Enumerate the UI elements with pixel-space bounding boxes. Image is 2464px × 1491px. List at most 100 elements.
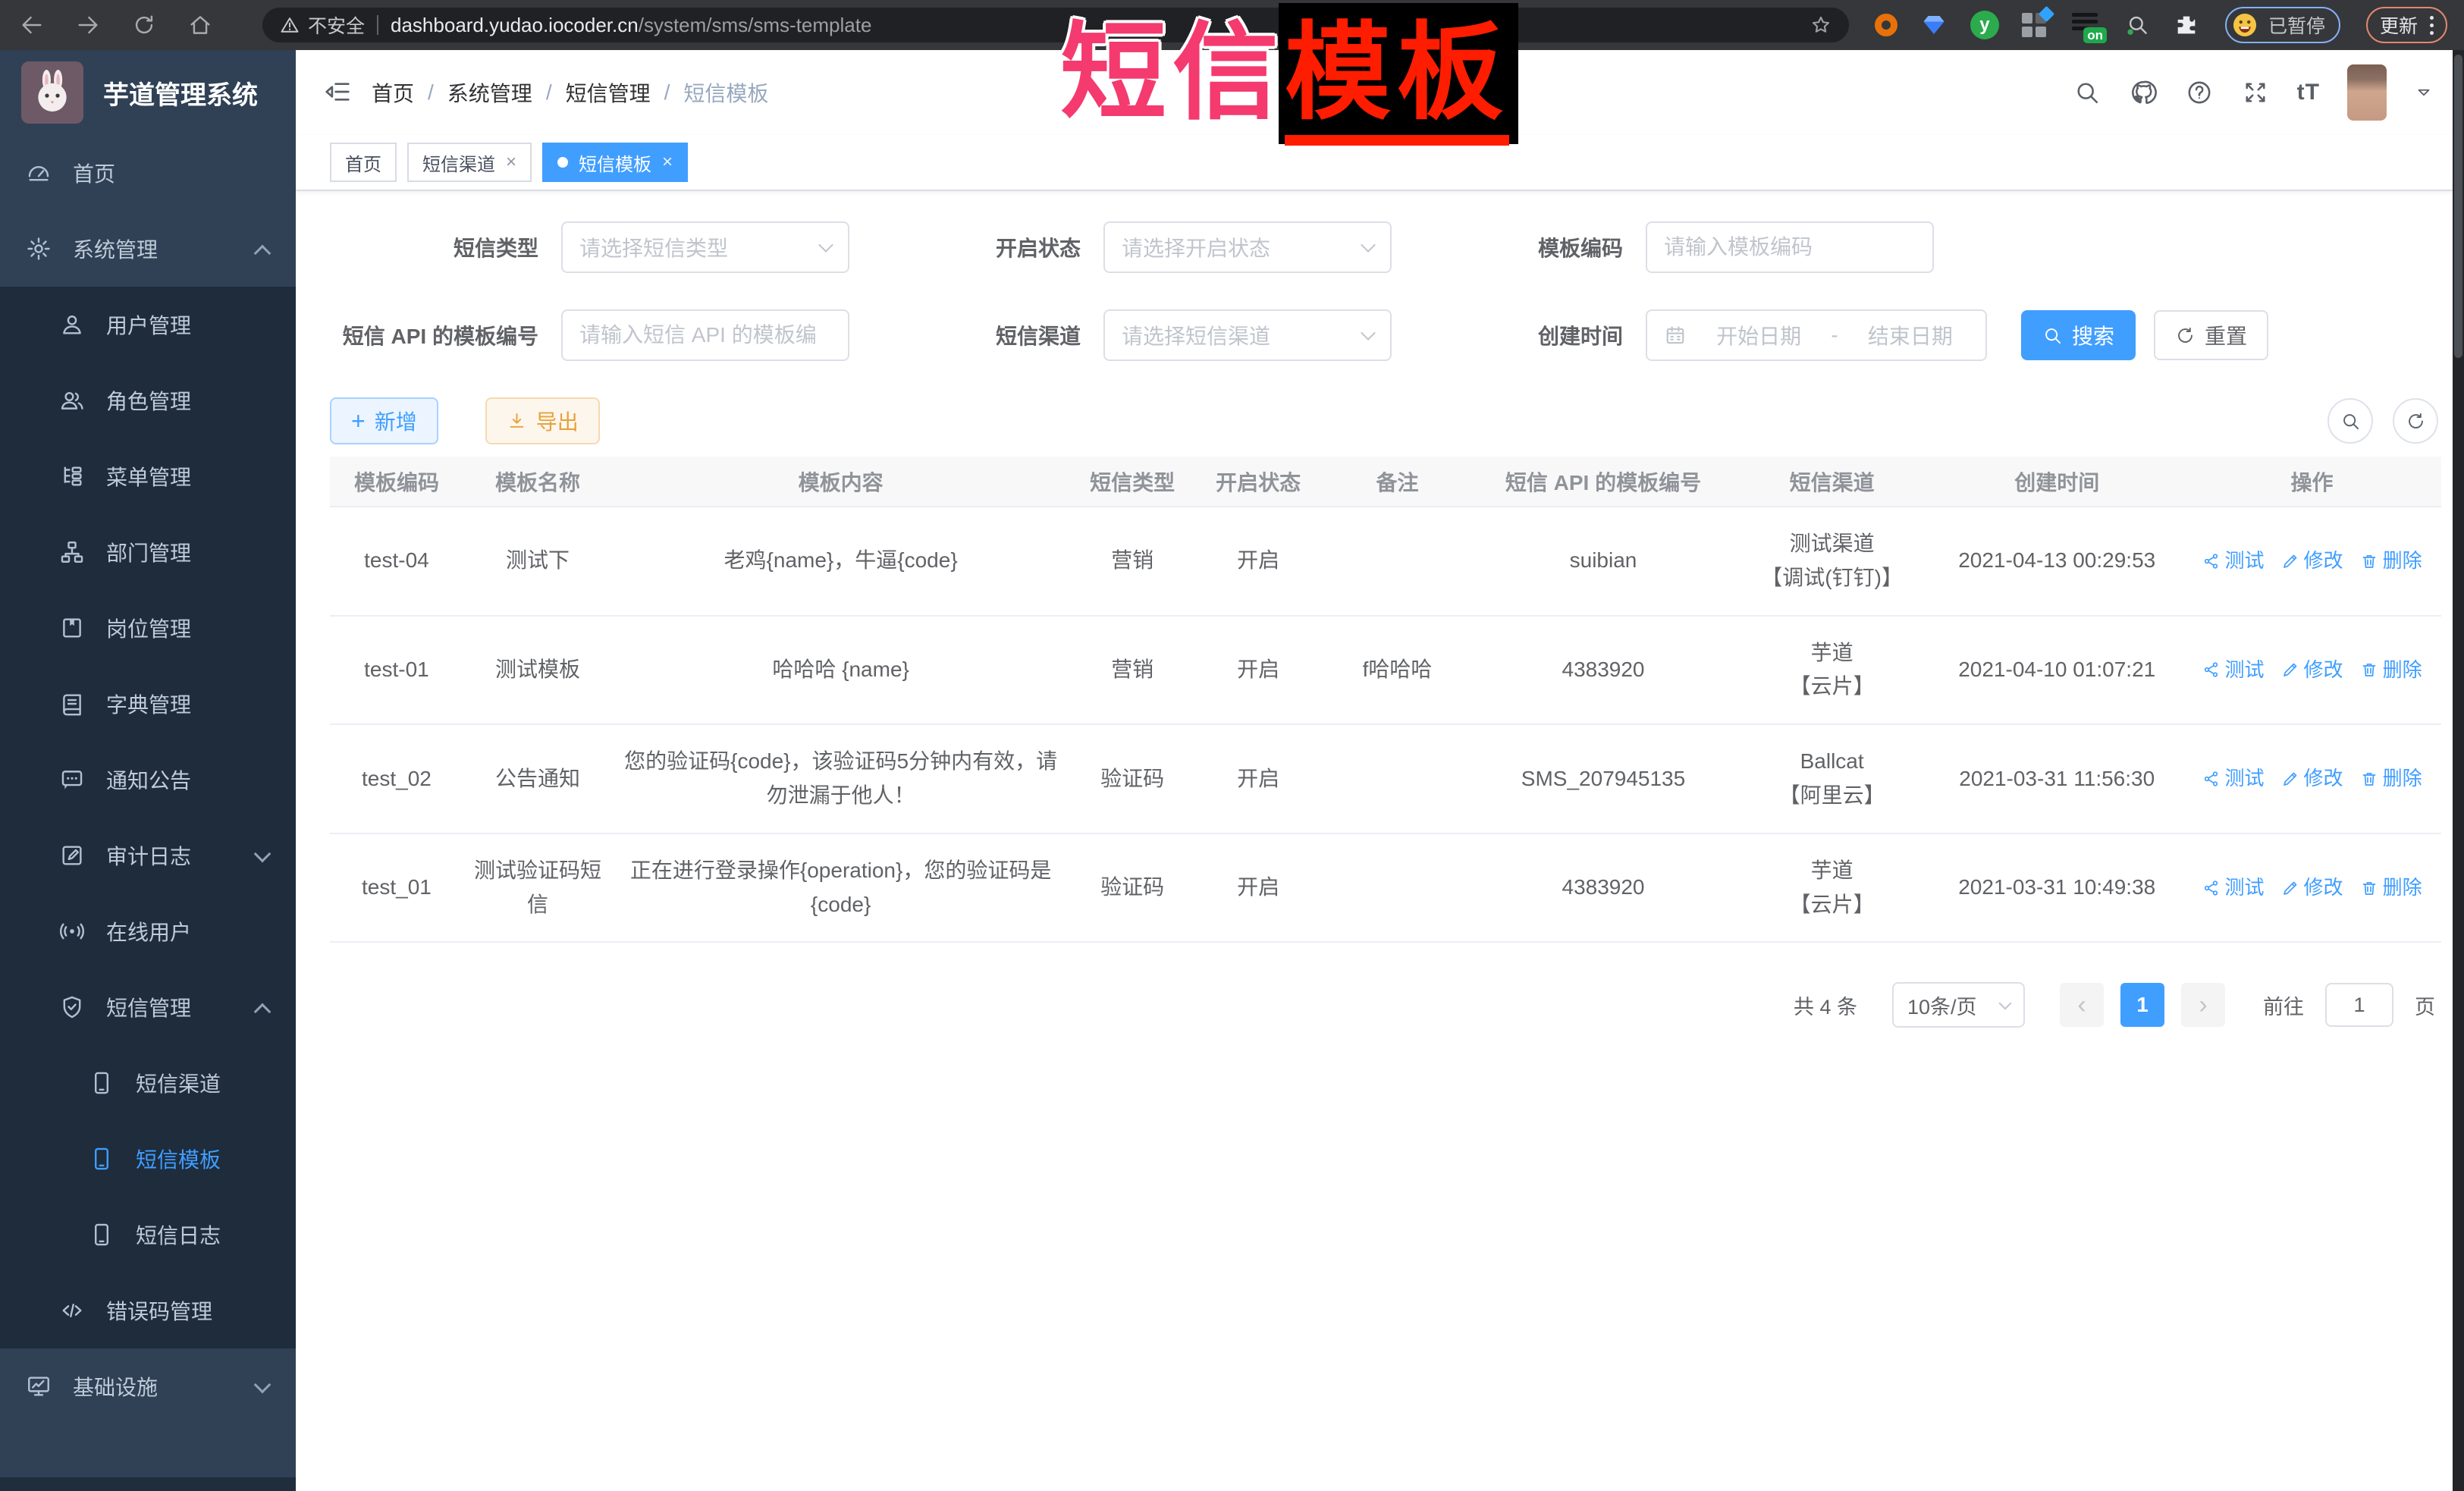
address-bar[interactable]: 不安全 dashboard.yudao.iocoder.cn/system/sm… bbox=[262, 8, 1849, 42]
sidebar-item-roles[interactable]: 角色管理 bbox=[0, 363, 296, 438]
reset-button[interactable]: 重置 bbox=[2154, 310, 2268, 360]
annotation-title: 短信模板 bbox=[1060, 20, 1509, 126]
table-row: test_02 公告通知 您的验证码{code}，该验证码5分钟内有效，请勿泄漏… bbox=[330, 724, 2441, 833]
close-icon[interactable]: × bbox=[506, 152, 516, 173]
extension-donut-icon[interactable] bbox=[1875, 14, 1897, 36]
sidebar-item-menus[interactable]: 菜单管理 bbox=[0, 438, 296, 514]
menu-kebab-icon[interactable] bbox=[2430, 16, 2434, 35]
sidebar-item-sms-template[interactable]: 短信模板 bbox=[0, 1121, 296, 1197]
col-status: 开启状态 bbox=[1195, 457, 1321, 507]
url-domain: dashboard.yudao.iocoder.cn bbox=[391, 14, 639, 36]
app-logo-row[interactable]: 芋道管理系统 bbox=[0, 50, 296, 135]
extensions-area: y on bbox=[1875, 10, 2199, 40]
users-icon bbox=[59, 388, 85, 413]
breadcrumb-home[interactable]: 首页 bbox=[372, 77, 414, 108]
test-link[interactable]: 测试 bbox=[2202, 872, 2265, 904]
scrollbar-thumb[interactable] bbox=[2454, 55, 2462, 358]
extension-list-icon[interactable]: on bbox=[2072, 10, 2102, 40]
edit-link[interactable]: 修改 bbox=[2281, 872, 2343, 904]
extension-search-icon[interactable] bbox=[2125, 12, 2151, 38]
sidebar-item-infrastructure[interactable]: 基础设施 bbox=[0, 1348, 296, 1424]
sidebar-item-sms-channel[interactable]: 短信渠道 bbox=[0, 1045, 296, 1121]
date-range-picker[interactable]: 开始日期 - 结束日期 bbox=[1646, 309, 1987, 361]
goto-page-input[interactable] bbox=[2325, 983, 2393, 1027]
security-warning[interactable]: 不安全 bbox=[279, 11, 365, 39]
sidebar-item-dictionary[interactable]: 字典管理 bbox=[0, 666, 296, 742]
sms-type-select[interactable]: 请选择短信类型 bbox=[561, 221, 849, 273]
edit-link[interactable]: 修改 bbox=[2281, 545, 2343, 577]
font-size-icon[interactable]: tT bbox=[2297, 80, 2320, 105]
channel-select[interactable]: 请选择短信渠道 bbox=[1103, 309, 1392, 361]
toggle-search-button[interactable] bbox=[2327, 398, 2373, 444]
sidebar-item-error-codes[interactable]: 错误码管理 bbox=[0, 1273, 296, 1348]
next-page-button[interactable]: › bbox=[2181, 983, 2225, 1027]
total-count: 共 4 条 bbox=[1794, 990, 1857, 1020]
github-icon[interactable] bbox=[2129, 78, 2158, 107]
fullscreen-icon[interactable] bbox=[2241, 78, 2270, 107]
search-icon[interactable] bbox=[2073, 78, 2101, 107]
api-template-id-input[interactable] bbox=[579, 323, 831, 347]
add-button[interactable]: + 新增 bbox=[330, 397, 438, 444]
page-content: 短信类型 请选择短信类型 开启状态 请选择开启状态 模板编码 短信 API 的模… bbox=[296, 191, 2464, 1491]
sidebar-item-announcements[interactable]: 通知公告 bbox=[0, 742, 296, 818]
on-badge: on bbox=[2083, 27, 2107, 43]
sms-type-label: 短信类型 bbox=[330, 232, 538, 262]
prev-page-button[interactable]: ‹ bbox=[2060, 983, 2104, 1027]
extension-grid-icon[interactable] bbox=[2022, 11, 2049, 39]
profile-paused-chip[interactable]: 已暂停 bbox=[2225, 7, 2340, 43]
edit-link[interactable]: 修改 bbox=[2281, 654, 2343, 686]
annotation-text-right: 模板 bbox=[1285, 13, 1509, 146]
sidebar-item-sms[interactable]: 短信管理 bbox=[0, 969, 296, 1045]
sidebar-item-system[interactable]: 系统管理 bbox=[0, 211, 296, 287]
export-button[interactable]: 导出 bbox=[485, 397, 600, 444]
tab-sms-template[interactable]: 短信模板 × bbox=[542, 143, 688, 182]
refresh-table-button[interactable] bbox=[2393, 398, 2438, 444]
caret-down-icon[interactable] bbox=[2414, 83, 2434, 102]
extension-y-icon[interactable]: y bbox=[1970, 11, 1999, 39]
delete-link[interactable]: 删除 bbox=[2360, 872, 2422, 904]
sidebar-fold-icon[interactable] bbox=[323, 77, 353, 108]
url-path: /system/sms/sms-template bbox=[639, 14, 872, 36]
delete-link[interactable]: 删除 bbox=[2360, 545, 2422, 577]
tab-home[interactable]: 首页 bbox=[330, 143, 397, 182]
sidebar-item-positions[interactable]: 岗位管理 bbox=[0, 590, 296, 666]
sidebar-item-home[interactable]: 首页 bbox=[0, 135, 296, 211]
help-icon[interactable] bbox=[2185, 78, 2214, 107]
extension-gem-icon[interactable] bbox=[1920, 11, 1948, 39]
test-link[interactable]: 测试 bbox=[2202, 654, 2265, 686]
user-avatar[interactable] bbox=[2347, 64, 2387, 121]
test-link[interactable]: 测试 bbox=[2202, 763, 2265, 795]
current-page[interactable]: 1 bbox=[2120, 983, 2164, 1027]
search-icon bbox=[2042, 325, 2063, 346]
home-button[interactable] bbox=[185, 10, 215, 40]
annotation-text-left: 短信 bbox=[1060, 13, 1285, 132]
tab-sms-channel[interactable]: 短信渠道 × bbox=[407, 143, 532, 182]
close-icon[interactable]: × bbox=[662, 152, 673, 173]
scrollbar[interactable] bbox=[2453, 50, 2464, 1491]
extensions-puzzle-icon[interactable] bbox=[2174, 12, 2199, 38]
template-code-input[interactable] bbox=[1664, 235, 1916, 259]
goto-label: 前往 bbox=[2263, 990, 2304, 1020]
back-button[interactable] bbox=[17, 10, 47, 40]
bookmark-star-icon[interactable] bbox=[1810, 14, 1832, 36]
breadcrumb-system[interactable]: 系统管理 bbox=[447, 77, 532, 108]
search-button[interactable]: 搜索 bbox=[2021, 310, 2136, 360]
sidebar-item-departments[interactable]: 部门管理 bbox=[0, 514, 296, 590]
sidebar-item-audit-log[interactable]: 审计日志 bbox=[0, 818, 296, 893]
delete-link[interactable]: 删除 bbox=[2360, 654, 2422, 686]
delete-link[interactable]: 删除 bbox=[2360, 763, 2422, 795]
chrome-update-button[interactable]: 更新 bbox=[2366, 7, 2447, 43]
status-select[interactable]: 请选择开启状态 bbox=[1103, 221, 1392, 273]
forward-button[interactable] bbox=[73, 10, 103, 40]
sidebar-item-users[interactable]: 用户管理 bbox=[0, 287, 296, 363]
edit-link[interactable]: 修改 bbox=[2281, 763, 2343, 795]
sidebar-item-online-users[interactable]: 在线用户 bbox=[0, 893, 296, 969]
sidebar-item-sms-log[interactable]: 短信日志 bbox=[0, 1197, 296, 1273]
breadcrumb-sms[interactable]: 短信管理 bbox=[566, 77, 651, 108]
refresh-icon bbox=[2175, 325, 2196, 346]
test-link[interactable]: 测试 bbox=[2202, 545, 2265, 577]
pen-icon bbox=[2281, 770, 2299, 788]
page-size-select[interactable]: 10条/页 bbox=[1892, 982, 2025, 1028]
app-title: 芋道管理系统 bbox=[103, 74, 258, 111]
reload-button[interactable] bbox=[129, 10, 159, 40]
